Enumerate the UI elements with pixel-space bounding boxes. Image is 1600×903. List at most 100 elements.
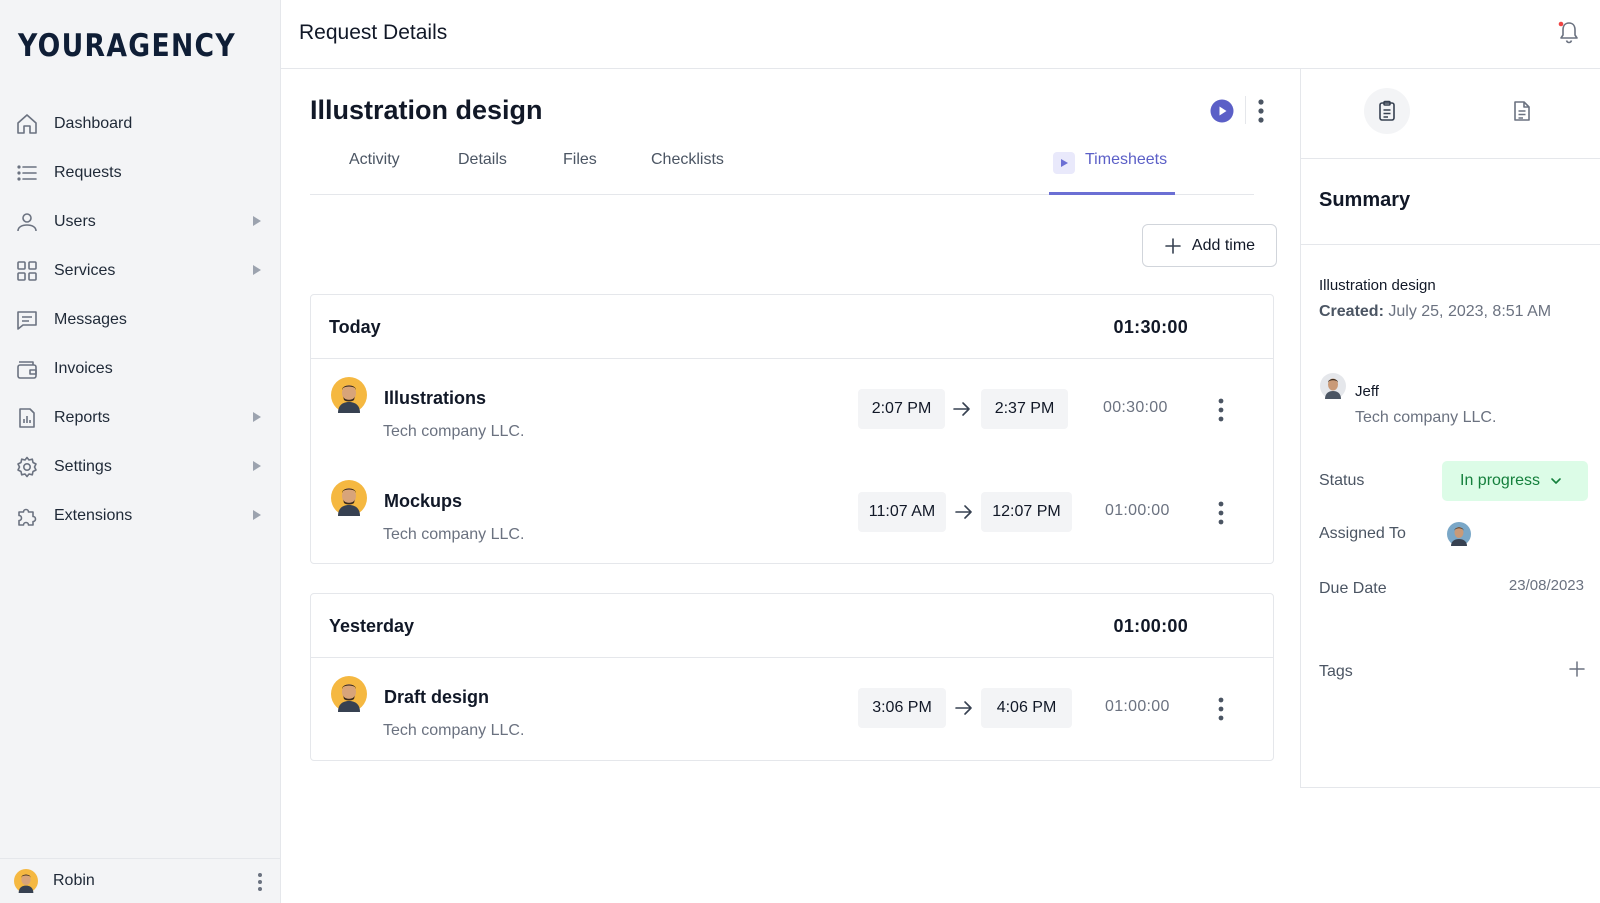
add-time-button[interactable]: Add time: [1142, 224, 1277, 267]
end-time-field[interactable]: 12:07 PM: [981, 492, 1072, 532]
status-dropdown[interactable]: In progress: [1442, 461, 1588, 501]
group-title: Today: [329, 317, 381, 337]
grid-icon: [14, 258, 40, 284]
group-total: 01:30:00: [1113, 317, 1188, 337]
sidebar-item-label: Dashboard: [54, 114, 133, 132]
caret-right-icon: [253, 412, 261, 422]
sidebar-item-extensions[interactable]: Extensions: [0, 491, 281, 540]
more-options-icon[interactable]: [1217, 398, 1225, 422]
assignee-avatar[interactable]: [1447, 522, 1471, 546]
entry-title: Mockups: [384, 491, 463, 511]
more-options-icon[interactable]: [1217, 697, 1225, 721]
wallet-icon: [14, 356, 40, 382]
document-icon: [1514, 101, 1530, 121]
tab-timesheets[interactable]: Timesheets: [1085, 151, 1167, 169]
sidebar: YOURAGENCY Dashboard Requests Users Serv…: [0, 0, 281, 903]
panel-tab-document[interactable]: [1499, 88, 1545, 134]
sidebar-item-label: Messages: [54, 310, 127, 328]
tab-details[interactable]: Details: [458, 151, 507, 169]
due-date-value[interactable]: 23/08/2023: [1509, 577, 1584, 594]
entry-title: Illustrations: [384, 388, 487, 408]
created-value: July 25, 2023, 8:51 AM: [1388, 303, 1552, 320]
sidebar-item-requests[interactable]: Requests: [0, 148, 281, 197]
entry-duration: 01:00:00: [1105, 502, 1170, 519]
add-tag-icon[interactable]: [1569, 661, 1585, 677]
assigned-label: Assigned To: [1319, 525, 1406, 542]
user-name: Robin: [53, 872, 95, 889]
more-options-icon[interactable]: [1217, 501, 1225, 525]
users-icon: [14, 209, 40, 235]
due-date-label: Due Date: [1319, 580, 1387, 597]
group-header: Today 01:30:00: [311, 295, 1273, 359]
home-icon: [14, 111, 40, 137]
sidebar-item-services[interactable]: Services: [0, 246, 281, 295]
panel-tabs: [1301, 69, 1600, 159]
arrow-right-icon: [955, 701, 972, 715]
sidebar-item-dashboard[interactable]: Dashboard: [0, 99, 281, 148]
status-value: In progress: [1460, 472, 1541, 489]
sidebar-item-users[interactable]: Users: [0, 197, 281, 246]
caret-right-icon: [253, 216, 261, 226]
sidebar-nav: Dashboard Requests Users Services Messag…: [0, 99, 281, 540]
sidebar-item-reports[interactable]: Reports: [0, 393, 281, 442]
arrow-right-icon: [953, 402, 970, 416]
panel-tab-summary[interactable]: [1364, 88, 1410, 134]
notification-bell-icon[interactable]: [1556, 20, 1582, 46]
summary-title: Summary: [1319, 189, 1411, 211]
entry-duration: 01:00:00: [1105, 698, 1170, 715]
entry-company: Tech company LLC.: [383, 423, 525, 440]
chevron-down-icon: [1551, 478, 1561, 484]
start-time-field[interactable]: 11:07 AM: [858, 492, 946, 532]
time-entry[interactable]: Illustrations Tech company LLC. 2:07 PM …: [311, 359, 1273, 462]
tab-files[interactable]: Files: [563, 151, 597, 169]
tags-label: Tags: [1319, 663, 1353, 680]
entry-company: Tech company LLC.: [383, 722, 525, 739]
sidebar-item-messages[interactable]: Messages: [0, 295, 281, 344]
summary-request-name: Illustration design: [1319, 277, 1436, 294]
active-tab-indicator: [1049, 192, 1175, 195]
avatar: [331, 480, 367, 516]
end-time-field[interactable]: 2:37 PM: [981, 389, 1068, 429]
time-entry[interactable]: Draft design Tech company LLC. 3:06 PM 4…: [311, 658, 1273, 761]
sidebar-item-settings[interactable]: Settings: [0, 442, 281, 491]
tab-checklists[interactable]: Checklists: [651, 151, 724, 169]
client-name: Jeff: [1355, 383, 1379, 400]
caret-right-icon: [253, 510, 261, 520]
created-label: Created:: [1319, 303, 1384, 320]
sidebar-user-profile[interactable]: Robin: [0, 858, 281, 903]
sidebar-item-label: Settings: [54, 457, 112, 475]
sidebar-item-label: Invoices: [54, 359, 113, 377]
avatar: [14, 869, 38, 893]
tab-activity[interactable]: Activity: [349, 151, 400, 169]
client-avatar: [1320, 373, 1346, 399]
end-time-field[interactable]: 4:06 PM: [981, 688, 1072, 728]
summary-panel: Summary Illustration design Created: Jul…: [1300, 69, 1600, 788]
sidebar-item-label: Reports: [54, 408, 111, 426]
caret-right-icon: [253, 461, 261, 471]
main-content: Illustration design Activity Details Fil…: [281, 69, 1300, 903]
avatar: [331, 676, 367, 712]
entry-title: Draft design: [384, 687, 490, 707]
list-icon: [14, 160, 40, 186]
more-options-icon[interactable]: [257, 872, 263, 892]
top-bar: Request Details: [281, 0, 1600, 69]
timesheet-group-today: Today 01:30:00 Illustrations Tech compan…: [310, 294, 1274, 564]
sidebar-item-label: Extensions: [54, 506, 133, 524]
sidebar-item-label: Users: [54, 212, 96, 230]
avatar: [331, 377, 367, 413]
time-entry[interactable]: Mockups Tech company LLC. 11:07 AM 12:07…: [311, 462, 1273, 565]
start-time-field[interactable]: 3:06 PM: [858, 688, 946, 728]
sidebar-item-invoices[interactable]: Invoices: [0, 344, 281, 393]
add-time-label: Add time: [1191, 236, 1256, 254]
sidebar-item-label: Services: [54, 261, 116, 279]
divider: [1301, 244, 1600, 245]
start-time-field[interactable]: 2:07 PM: [858, 389, 945, 429]
play-icon: [1053, 152, 1075, 174]
chat-icon: [14, 307, 40, 333]
entry-duration: 00:30:00: [1103, 399, 1168, 416]
brand-logo[interactable]: YOURAGENCY: [18, 28, 236, 64]
client-company: Tech company LLC.: [1355, 409, 1497, 426]
summary-created: Created: July 25, 2023, 8:51 AM: [1319, 303, 1551, 321]
puzzle-icon: [14, 503, 40, 529]
entry-company: Tech company LLC.: [383, 526, 525, 543]
